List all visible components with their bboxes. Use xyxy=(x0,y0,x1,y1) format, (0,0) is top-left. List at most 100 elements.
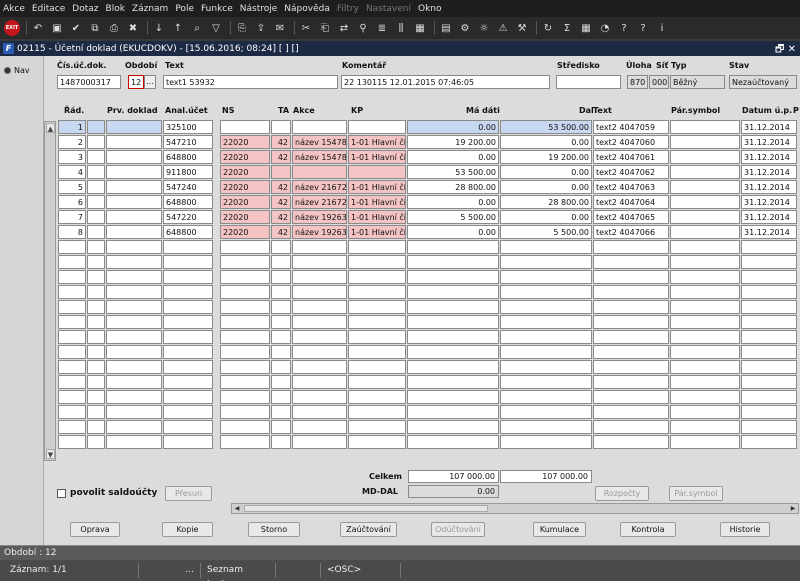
cell-md[interactable]: 19 200.00 xyxy=(407,135,499,149)
cell-prv2[interactable] xyxy=(106,300,162,314)
cell-par[interactable] xyxy=(670,270,740,284)
cell-dat[interactable] xyxy=(741,300,797,314)
cell-n[interactable]: 2 xyxy=(58,135,86,149)
filter-icon[interactable]: ▽ xyxy=(208,20,224,36)
cell-text[interactable] xyxy=(593,390,669,404)
cell-ta[interactable] xyxy=(271,255,291,269)
kumulace-button[interactable]: Kumulace xyxy=(533,522,586,537)
search-icon[interactable]: ⌕ xyxy=(189,20,205,36)
scroll-left-icon[interactable]: ◀ xyxy=(232,504,242,513)
mail-icon[interactable]: ✉ xyxy=(272,20,288,36)
cell-md[interactable]: 5 500.00 xyxy=(407,210,499,224)
cell-prv2[interactable] xyxy=(106,225,162,239)
cell-kp[interactable] xyxy=(348,390,406,404)
cell-prv[interactable] xyxy=(87,120,105,134)
menu-item-4[interactable]: Záznam xyxy=(132,4,168,14)
cell-prv[interactable] xyxy=(87,285,105,299)
cell-akce[interactable] xyxy=(292,420,347,434)
cell-par[interactable] xyxy=(670,405,740,419)
cell-akce[interactable]: název 15478 xyxy=(292,135,347,149)
cell-md[interactable] xyxy=(407,315,499,329)
cell-kp[interactable] xyxy=(348,270,406,284)
print-icon[interactable]: ⎙ xyxy=(106,20,122,36)
doc-no-field[interactable]: 1487000317 xyxy=(57,75,121,89)
center-field[interactable] xyxy=(556,75,621,89)
cell-dal[interactable]: 0.00 xyxy=(500,210,592,224)
cell-md[interactable] xyxy=(407,345,499,359)
cell-md[interactable] xyxy=(407,405,499,419)
cell-prv[interactable] xyxy=(87,270,105,284)
cell-ns[interactable] xyxy=(220,270,270,284)
cell-prv2[interactable] xyxy=(106,165,162,179)
cell-dat[interactable] xyxy=(741,255,797,269)
cell-dal[interactable]: 5 500.00 xyxy=(500,225,592,239)
cell-n[interactable] xyxy=(58,375,86,389)
sort-desc-icon[interactable]: ↑ xyxy=(170,20,186,36)
cell-ta[interactable]: 42 xyxy=(271,225,291,239)
scroll-thumb[interactable] xyxy=(244,505,488,512)
cell-dal[interactable] xyxy=(500,300,592,314)
scroll-right-icon[interactable]: ▶ xyxy=(788,504,798,513)
cell-md[interactable]: 0.00 xyxy=(407,225,499,239)
cell-ta[interactable] xyxy=(271,240,291,254)
cell-n[interactable] xyxy=(58,240,86,254)
cell-dat[interactable] xyxy=(741,330,797,344)
menu-item-9[interactable]: Filtry xyxy=(337,4,359,14)
cell-kp[interactable] xyxy=(348,405,406,419)
cell-akce[interactable] xyxy=(292,165,347,179)
cell-ns[interactable]: 22020 xyxy=(220,180,270,194)
cell-prv2[interactable] xyxy=(106,210,162,224)
cell-kp[interactable]: 1-01 Hlavní či xyxy=(348,225,406,239)
cell-akce[interactable] xyxy=(292,120,347,134)
cell-ns[interactable] xyxy=(220,255,270,269)
cell-ns[interactable] xyxy=(220,420,270,434)
cell-ns[interactable]: 22020 xyxy=(220,225,270,239)
exit-button[interactable]: EXIT xyxy=(4,20,20,36)
text-field[interactable]: text1 53932 xyxy=(163,75,338,89)
oprava-button[interactable]: Oprava xyxy=(70,522,120,537)
list-icon[interactable]: ≣ xyxy=(374,20,390,36)
saldo-checkbox[interactable]: povolit saldoúčty xyxy=(57,488,157,498)
cell-n[interactable]: 1 xyxy=(58,120,86,134)
menu-item-10[interactable]: Nastavení xyxy=(366,4,411,14)
menu-item-8[interactable]: Nápověda xyxy=(284,4,330,14)
cell-n[interactable] xyxy=(58,255,86,269)
par-symbol-button[interactable]: Pár.symbol xyxy=(669,486,723,501)
cell-par[interactable] xyxy=(670,195,740,209)
cell-ucet[interactable] xyxy=(163,285,213,299)
cell-akce[interactable] xyxy=(292,435,347,449)
cell-kp[interactable] xyxy=(348,165,406,179)
cell-ta[interactable]: 42 xyxy=(271,180,291,194)
cell-dat[interactable]: 31.12.2014 xyxy=(741,195,797,209)
cell-ta[interactable]: 42 xyxy=(271,210,291,224)
rozpocty-button[interactable]: Rozpočty xyxy=(595,486,649,501)
cell-kp[interactable] xyxy=(348,345,406,359)
cell-ucet[interactable] xyxy=(163,390,213,404)
cell-prv2[interactable] xyxy=(106,435,162,449)
print-preview-icon[interactable]: ⎘ xyxy=(234,20,250,36)
cell-ns[interactable] xyxy=(220,405,270,419)
cell-text[interactable]: text2 4047063 xyxy=(593,180,669,194)
oductovani-button[interactable]: Odúčtování xyxy=(431,522,485,537)
cell-n[interactable] xyxy=(58,405,86,419)
cell-ns[interactable]: 22020 xyxy=(220,210,270,224)
cell-dal[interactable] xyxy=(500,420,592,434)
cell-text[interactable] xyxy=(593,375,669,389)
cell-ucet[interactable] xyxy=(163,345,213,359)
cell-ta[interactable]: 42 xyxy=(271,150,291,164)
cell-par[interactable] xyxy=(670,420,740,434)
columns-icon[interactable]: ⫼ xyxy=(393,20,409,36)
cell-ta[interactable] xyxy=(271,165,291,179)
cell-prv2[interactable] xyxy=(106,390,162,404)
cell-prv2[interactable] xyxy=(106,180,162,194)
cell-text[interactable]: text2 4047062 xyxy=(593,165,669,179)
cell-prv[interactable] xyxy=(87,315,105,329)
cell-dal[interactable]: 0.00 xyxy=(500,165,592,179)
cell-n[interactable]: 4 xyxy=(58,165,86,179)
settings-icon[interactable]: ⚙ xyxy=(457,20,473,36)
sun-icon[interactable]: ☼ xyxy=(476,20,492,36)
cell-prv[interactable] xyxy=(87,150,105,164)
cell-kp[interactable]: 1-01 Hlavní či xyxy=(348,135,406,149)
cell-ta[interactable] xyxy=(271,120,291,134)
cell-dal[interactable] xyxy=(500,270,592,284)
